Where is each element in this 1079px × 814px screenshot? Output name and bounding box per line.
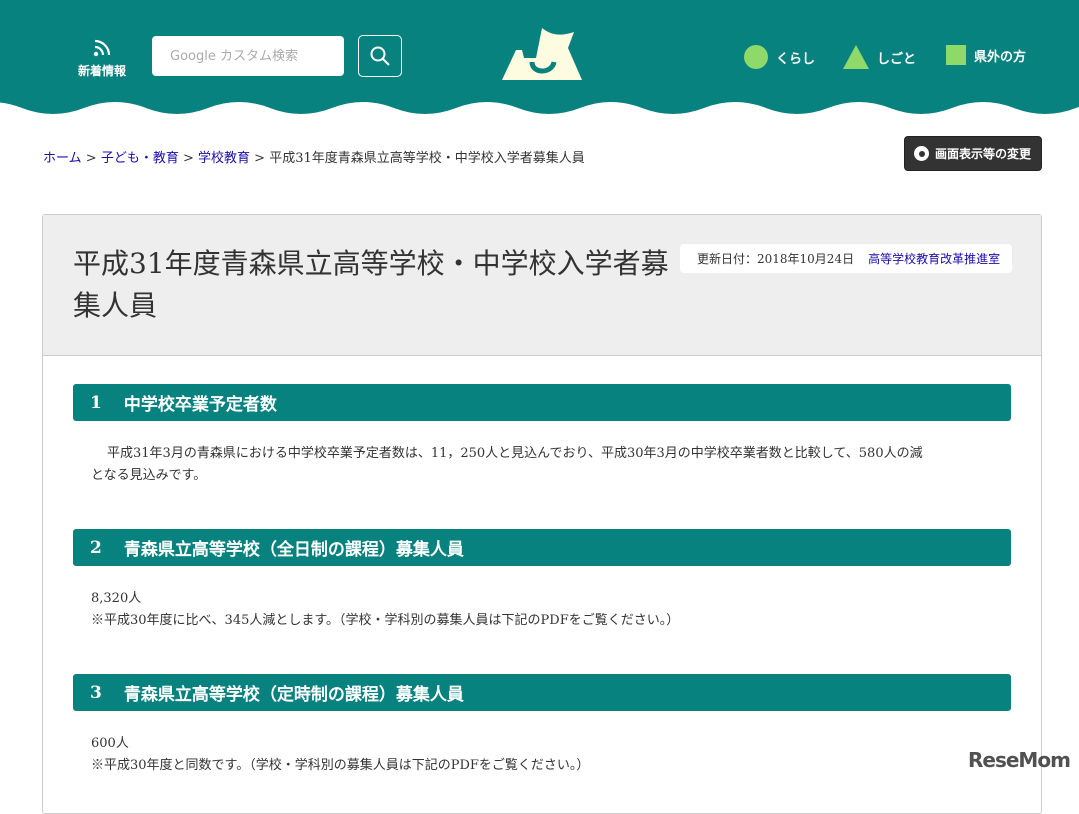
- text-line: ※平成30年度に比べ、345人減とします。（学校・学科別の募集人員は下記のPDF…: [91, 613, 680, 628]
- section-title: 青森県立高等学校（定時制の課程）募集人員: [123, 685, 464, 705]
- aomori-logo[interactable]: [502, 28, 582, 86]
- content-card: 平成31年度青森県立高等学校・中学校入学者募集人員 更新日付：2018年10月2…: [42, 214, 1042, 814]
- section-title: 青森県立高等学校（全日制の課程）募集人員: [123, 540, 464, 560]
- nav-kengai[interactable]: 県外の方: [946, 45, 1026, 65]
- radio-dot-icon: [914, 146, 929, 161]
- section-text: 平成31年3月の青森県における中学校卒業予定者数は、11，250人と見込んでおり…: [91, 443, 1011, 487]
- department-link[interactable]: 高等学校教育改革推進室: [868, 250, 1000, 267]
- wave-divider: [0, 102, 1079, 128]
- nav-shigoto[interactable]: しごと: [843, 45, 916, 69]
- section-text: 8,320人 ※平成30年度に比べ、345人減とします。（学校・学科別の募集人員…: [91, 588, 679, 632]
- nav-label: くらし: [776, 51, 816, 67]
- search-icon: [370, 46, 390, 66]
- search-input[interactable]: [152, 36, 344, 76]
- update-info: 更新日付：2018年10月24日 高等学校教育改革推進室: [680, 244, 1012, 273]
- nav-label: しごと: [877, 51, 917, 67]
- resemom-watermark: ReseMom: [968, 748, 1071, 772]
- section-number: 3: [90, 682, 102, 703]
- text-line: 平成31年3月の青森県における中学校卒業予定者数は、11，250人と見込んでおり…: [107, 446, 923, 461]
- updated-date: 更新日付：2018年10月24日: [697, 252, 855, 266]
- news-label: 新着情報: [77, 64, 126, 78]
- section-text: 600人 ※平成30年度と同数です。（学校・学科別の募集人員は下記のPDFをご覧…: [91, 733, 589, 777]
- display-settings-label: 画面表示等の変更: [935, 147, 1032, 161]
- breadcrumb-separator: >: [254, 151, 266, 166]
- nav-label: 県外の方: [974, 49, 1027, 65]
- text-line: 8,320人: [91, 591, 142, 606]
- section-heading: 2 青森県立高等学校（全日制の課程）募集人員: [73, 529, 1011, 566]
- text-line: 600人: [91, 736, 129, 751]
- title-box: 平成31年度青森県立高等学校・中学校入学者募集人員 更新日付：2018年10月2…: [43, 215, 1041, 356]
- breadcrumb: ホーム > 子ども・教育 > 学校教育 > 平成31年度青森県立高等学校・中学校…: [43, 147, 585, 166]
- text-line: となる見込みです。: [91, 468, 207, 483]
- square-icon: [946, 45, 966, 65]
- page-title: 平成31年度青森県立高等学校・中学校入学者募集人員: [73, 247, 669, 322]
- section-number: 2: [90, 537, 102, 558]
- breadcrumb-separator: >: [85, 151, 97, 166]
- section-heading: 1 中学校卒業予定者数: [73, 384, 1011, 421]
- section-number: 1: [90, 392, 102, 413]
- display-settings-button[interactable]: 画面表示等の変更: [904, 136, 1042, 171]
- breadcrumb-home[interactable]: ホーム: [43, 151, 82, 166]
- breadcrumb-current: 平成31年度青森県立高等学校・中学校入学者募集人員: [269, 151, 585, 166]
- rss-icon: [93, 39, 111, 57]
- text-line: ※平成30年度と同数です。（学校・学科別の募集人員は下記のPDFをご覧ください。…: [91, 758, 590, 773]
- breadcrumb-gakko[interactable]: 学校教育: [198, 151, 250, 166]
- section-title: 中学校卒業予定者数: [123, 395, 277, 415]
- breadcrumb-kodomo[interactable]: 子ども・教育: [101, 151, 179, 166]
- nav-kurashi[interactable]: くらし: [744, 45, 815, 69]
- triangle-icon: [843, 45, 869, 69]
- section-heading: 3 青森県立高等学校（定時制の課程）募集人員: [73, 674, 1011, 711]
- breadcrumb-separator: >: [182, 151, 194, 166]
- news-link[interactable]: 新着情報: [72, 38, 132, 79]
- circle-icon: [744, 45, 768, 69]
- search-button[interactable]: [358, 35, 402, 77]
